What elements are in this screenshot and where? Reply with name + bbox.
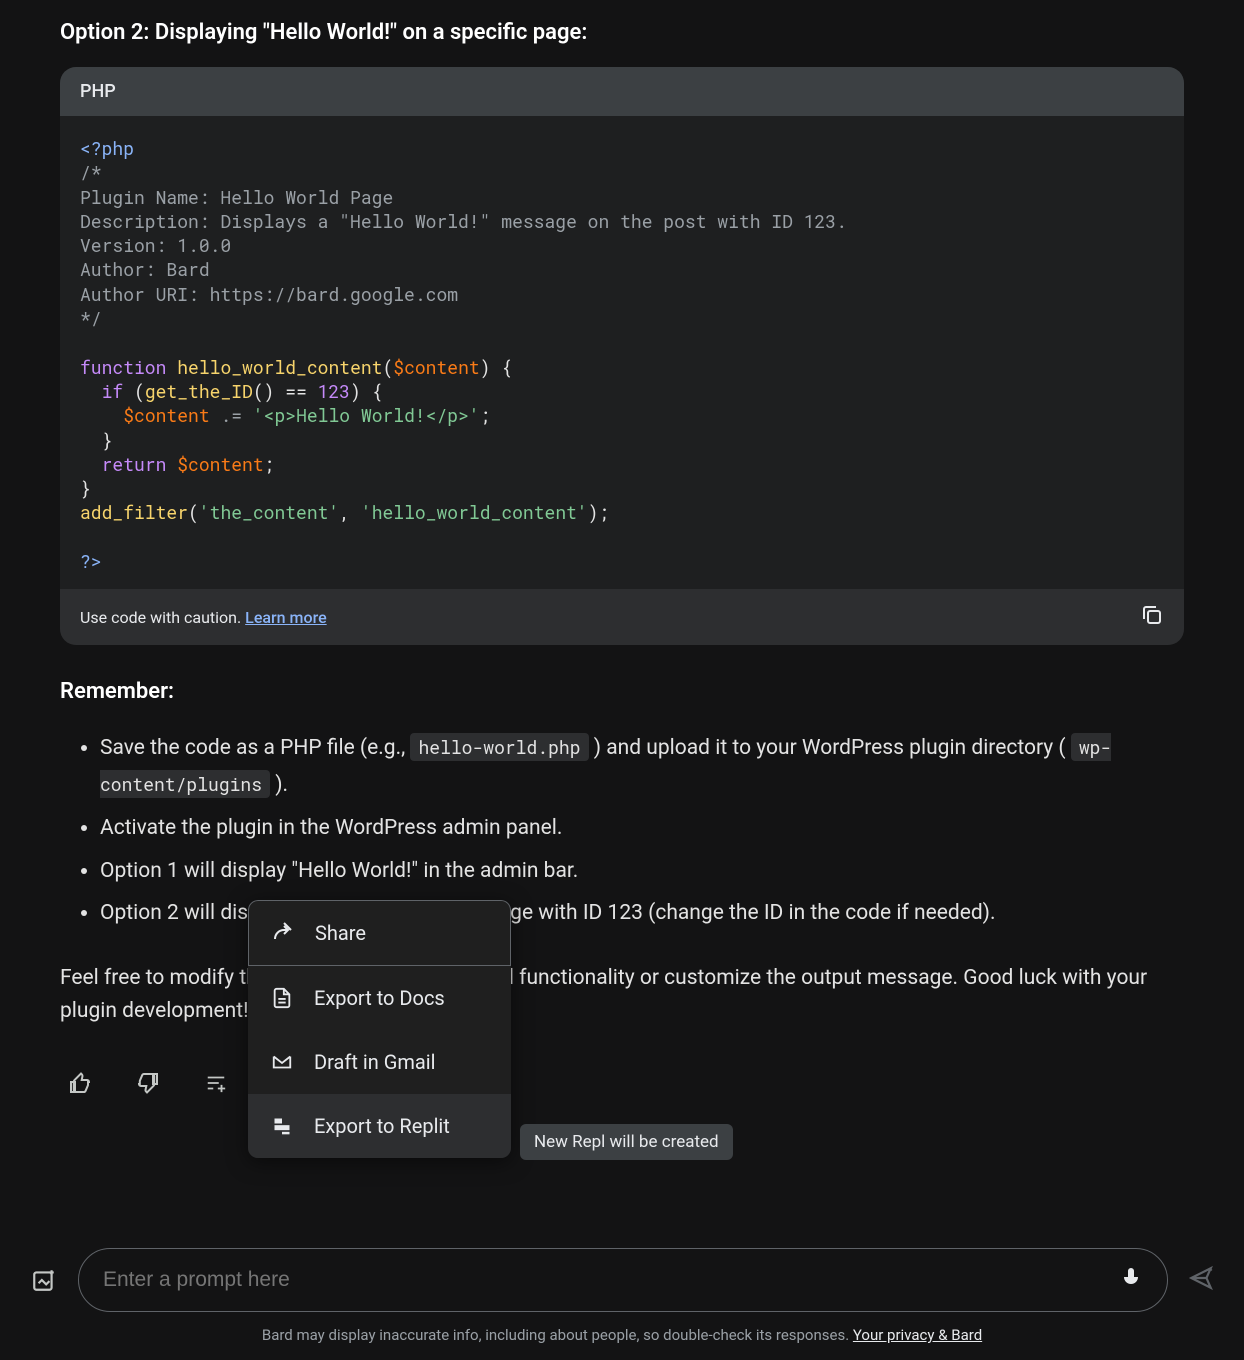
code-tok: Author: Bard: [80, 257, 210, 281]
popup-label: Export to Replit: [314, 1114, 450, 1138]
share-popup: Share Export to Docs Draft in Gmail Expo…: [248, 900, 511, 1158]
text: ) and upload it to your WordPress plugin…: [589, 736, 1071, 760]
remember-title: Remember:: [60, 679, 1184, 704]
disclaimer-text: Bard may display inaccurate info, includ…: [262, 1326, 853, 1344]
thumbs-down-icon[interactable]: [128, 1063, 168, 1103]
code-caution: Use code with caution.: [80, 608, 241, 627]
docs-icon: [270, 986, 294, 1010]
popup-gmail[interactable]: Draft in Gmail: [248, 1030, 511, 1094]
code-tok: 'hello_world_content': [361, 500, 588, 524]
code-tok: return: [102, 452, 167, 476]
code-tok: 123: [318, 379, 350, 403]
code-tok: $content: [123, 403, 209, 427]
prompt-input[interactable]: [103, 1268, 1119, 1292]
code-tok: ?>: [80, 549, 102, 573]
list-item: Save the code as a PHP file (e.g., hello…: [100, 730, 1184, 804]
code-tok: /*: [80, 160, 102, 184]
list-item: Option 1 will display "Hello World!" in …: [100, 853, 1184, 890]
code-tok: add_filter: [80, 500, 188, 524]
code-tok: */: [80, 306, 102, 330]
privacy-link[interactable]: Your privacy & Bard: [853, 1326, 982, 1344]
code-tok: $content: [393, 355, 479, 379]
code-tok: <?php: [80, 136, 134, 160]
code-tok: if: [102, 379, 124, 403]
popup-replit[interactable]: Export to Replit: [248, 1094, 511, 1158]
disclaimer: Bard may display inaccurate info, includ…: [30, 1326, 1214, 1344]
code-tok: get_the_ID: [145, 379, 253, 403]
code-tok: Version: 1.0.0: [80, 233, 231, 257]
send-icon[interactable]: [1188, 1265, 1214, 1295]
code-tok: .=: [220, 403, 242, 427]
replit-icon: [270, 1114, 294, 1138]
code-tok: '<p>Hello World!</p>': [253, 403, 480, 427]
copy-icon[interactable]: [1140, 603, 1164, 631]
code-tok: Author URI: https://bard.google.com: [80, 282, 458, 306]
replit-tooltip: New Repl will be created: [520, 1124, 733, 1160]
share-arrow-icon: [271, 921, 295, 945]
popup-label: Draft in Gmail: [314, 1050, 435, 1074]
list-item: Activate the plugin in the WordPress adm…: [100, 810, 1184, 847]
text: ).: [270, 773, 288, 797]
code-tok: Plugin Name: Hello World Page: [80, 185, 393, 209]
popup-label: Share: [315, 921, 366, 945]
popup-docs[interactable]: Export to Docs: [248, 966, 511, 1030]
prompt-box[interactable]: [78, 1248, 1168, 1312]
code-tok: Description: Displays a "Hello World!" m…: [80, 209, 847, 233]
code-tok: 'the_content': [199, 500, 339, 524]
option-title: Option 2: Displaying "Hello World!" on a…: [60, 20, 1184, 45]
learn-more-link[interactable]: Learn more: [245, 608, 326, 627]
code-lang: PHP: [60, 67, 1184, 116]
mic-icon[interactable]: [1119, 1266, 1143, 1294]
tune-icon[interactable]: [196, 1063, 236, 1103]
gmail-icon: [270, 1050, 294, 1074]
code-tok: function: [80, 355, 166, 379]
code-tok: hello_world_content: [177, 355, 382, 379]
popup-share[interactable]: Share: [248, 900, 511, 966]
add-image-icon[interactable]: [30, 1266, 58, 1294]
popup-label: Export to Docs: [314, 986, 445, 1010]
code-body: <?php /* Plugin Name: Hello World Page D…: [60, 116, 1184, 589]
code-tok: $content: [177, 452, 263, 476]
thumbs-up-icon[interactable]: [60, 1063, 100, 1103]
code-block: PHP <?php /* Plugin Name: Hello World Pa…: [60, 67, 1184, 645]
text: Save the code as a PHP file (e.g.,: [100, 736, 410, 760]
inline-code: hello-world.php: [410, 733, 588, 761]
closing-text: Feel free to modify the code to include …: [60, 962, 1184, 1027]
